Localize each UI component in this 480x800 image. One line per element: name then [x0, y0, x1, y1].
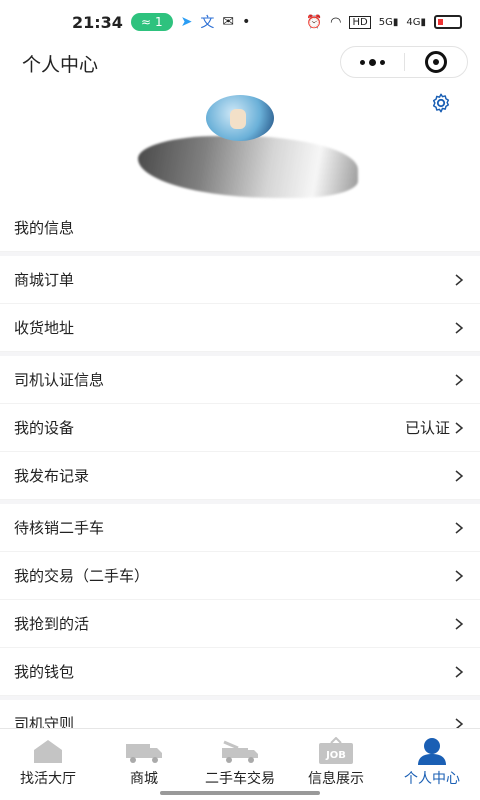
hd-icon: HD: [349, 15, 371, 29]
menu-item-pending-used-cars[interactable]: 待核销二手车: [0, 504, 480, 552]
wifi-icon: ≈: [140, 15, 151, 29]
menu-item-label: 司机认证信息: [14, 371, 105, 389]
menu-item-shipping-address[interactable]: 收货地址: [0, 304, 480, 352]
tab-label: 商城: [130, 771, 158, 787]
menu-item-label: 我发布记录: [14, 467, 90, 485]
tab-used-cars[interactable]: 二手车交易: [192, 729, 288, 800]
menu-item-publish-records[interactable]: 我发布记录: [0, 452, 480, 500]
nav-header: 个人中心: [0, 44, 480, 84]
alarm-icon: ⏰: [305, 14, 323, 30]
truck-icon: [126, 744, 162, 763]
settings-gear-icon[interactable]: [430, 92, 452, 114]
chevron-right-icon: [455, 569, 464, 582]
device-status-value: 已认证: [404, 419, 450, 437]
tab-job-hall[interactable]: 找活大厅: [0, 729, 96, 800]
menu-item-label: 我的交易（二手车）: [14, 567, 150, 585]
signal-4g-label: 4G: [406, 16, 421, 28]
telegram-icon: ➤: [180, 14, 193, 30]
signal-5g-icon: 5G▮: [378, 16, 399, 28]
house-icon: [34, 740, 62, 763]
mail-icon: ✉: [222, 14, 235, 30]
menu-item-driver-certification[interactable]: 司机认证信息: [0, 356, 480, 404]
crane-truck-icon: [222, 740, 258, 763]
signal-4g-icon: 4G▮: [406, 16, 426, 28]
menu-item-label: 我抢到的活: [14, 615, 90, 633]
menu-item-my-devices[interactable]: 我的设备 已认证: [0, 404, 480, 452]
tab-label: 找活大厅: [20, 771, 76, 787]
menu-item-label: 商城订单: [14, 271, 75, 289]
menu-item-label: 我的设备: [14, 419, 75, 437]
signal-5g-label: 5G: [378, 16, 393, 28]
person-icon: [418, 738, 446, 765]
page-title: 个人中心: [22, 54, 99, 76]
chevron-right-icon: [455, 373, 464, 386]
tab-label: 信息展示: [308, 771, 364, 787]
close-button[interactable]: [405, 46, 468, 78]
bottom-tab-bar: 找活大厅 商城 二手车交易 JOB 信息展示 个人中心: [0, 728, 480, 800]
translate-icon: 文: [200, 15, 215, 31]
menu-item-label: 我的信息: [14, 219, 75, 237]
menu-item-my-transactions[interactable]: 我的交易（二手车）: [0, 552, 480, 600]
job-badge-text: JOB: [325, 750, 346, 761]
tab-mall[interactable]: 商城: [96, 729, 192, 800]
chevron-right-icon: [455, 665, 464, 678]
tab-label: 二手车交易: [205, 771, 275, 787]
menu-item-mall-orders[interactable]: 商城订单: [0, 256, 480, 304]
battery-icon: [434, 15, 462, 29]
tab-label: 个人中心: [404, 771, 460, 787]
brush-stroke-background: [138, 136, 358, 198]
mini-program-capsule: [340, 46, 468, 78]
menu-item-label: 我的钱包: [14, 663, 75, 681]
close-target-icon: [424, 51, 447, 73]
status-bar: 21:34 ≈1 ➤ 文 ✉ • ⏰ ◠ HD 5G▮ 4G▮: [0, 0, 480, 44]
chevron-right-icon: [455, 321, 464, 334]
menu-item-my-wallet[interactable]: 我的钱包: [0, 648, 480, 696]
chevron-right-icon: [455, 521, 464, 534]
hotspot-count: 1: [155, 15, 163, 29]
wifi-signal-icon: ◠: [330, 14, 342, 30]
menu-list: 我的信息 商城订单 收货地址 司机认证信息 我的设备 已认证 我发布记录 待核销…: [0, 204, 480, 748]
tab-personal-center[interactable]: 个人中心: [384, 729, 480, 800]
avatar[interactable]: [206, 95, 274, 141]
chevron-right-icon: [455, 469, 464, 482]
chevron-right-icon: [455, 273, 464, 286]
tab-info-display[interactable]: JOB 信息展示: [288, 729, 384, 800]
more-button[interactable]: [341, 46, 404, 78]
menu-item-label: 收货地址: [14, 319, 75, 337]
chevron-right-icon: [455, 421, 464, 434]
more-dots-icon: [359, 58, 385, 66]
status-time: 21:34: [72, 12, 123, 32]
profile-banner: [0, 84, 480, 204]
menu-item-label: 待核销二手车: [14, 519, 105, 537]
chevron-right-icon: [455, 617, 464, 630]
hotspot-pill: ≈1: [130, 13, 173, 31]
menu-item-grabbed-jobs[interactable]: 我抢到的活: [0, 600, 480, 648]
home-indicator[interactable]: [160, 791, 320, 795]
menu-item-my-info[interactable]: 我的信息: [0, 204, 480, 252]
more-dot-icon: •: [242, 14, 251, 30]
job-board-icon: JOB: [319, 737, 353, 764]
